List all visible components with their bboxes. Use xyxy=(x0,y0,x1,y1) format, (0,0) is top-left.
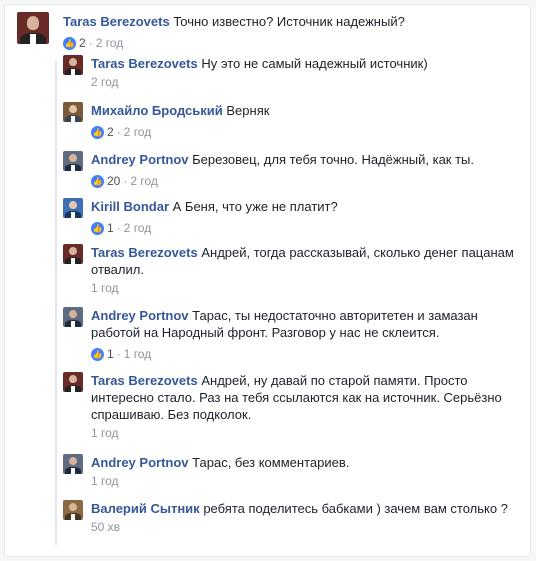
comment-text: Березовец, для тебя точно. Надёжный, как… xyxy=(192,152,475,167)
like-count[interactable]: 1 xyxy=(107,220,114,236)
meta-separator: · xyxy=(88,36,93,50)
thumbs-up-icon: 👍 xyxy=(91,125,104,139)
comment-time[interactable]: 2 год xyxy=(96,35,124,51)
avatar[interactable] xyxy=(63,198,83,218)
meta-separator: · xyxy=(116,221,121,235)
comment-author[interactable]: Andrey Portnov xyxy=(91,308,189,323)
reply-comment: Andrey Portnov Тарас, ты недостаточно ав… xyxy=(63,307,523,362)
like-count[interactable]: 1 xyxy=(107,346,114,362)
comment-text: ребята поделитесь бабками ) зачем вам ст… xyxy=(203,501,508,516)
comment-time[interactable]: 2 год xyxy=(91,74,119,90)
comment-text: Тарас, без комментариев. xyxy=(192,455,350,470)
thumbs-up-icon: 👍 xyxy=(91,221,104,235)
reply-comment: Taras Berezovets Ну это не самый надежны… xyxy=(63,55,523,90)
like-count[interactable]: 2 xyxy=(107,124,114,140)
comment-author[interactable]: Taras Berezovets xyxy=(91,56,198,71)
comment-time[interactable]: 1 год xyxy=(124,346,152,362)
comment-author[interactable]: Andrey Portnov xyxy=(91,455,189,470)
meta-separator: · xyxy=(116,125,121,139)
reply-thread-line xyxy=(55,61,57,545)
comment-time[interactable]: 2 год xyxy=(124,124,152,140)
comment-author[interactable]: Taras Berezovets xyxy=(91,373,198,388)
reply-comment: Taras Berezovets Андрей, ну давай по ста… xyxy=(63,372,523,441)
avatar[interactable] xyxy=(63,102,83,122)
comment-author[interactable]: Валерий Сытник xyxy=(91,501,200,516)
meta-separator: · xyxy=(116,347,121,361)
reply-comment: Andrey Portnov Березовец, для тебя точно… xyxy=(63,151,523,189)
comment-author[interactable]: Taras Berezovets xyxy=(63,14,170,29)
avatar[interactable] xyxy=(63,55,83,75)
reply-comment: Kirill Bondar А Беня, что уже не платит?… xyxy=(63,198,523,236)
reply-comment: Andrey Portnov Тарас, без комментариев. … xyxy=(63,454,523,489)
thumbs-up-icon: 👍 xyxy=(91,174,104,188)
comment-time[interactable]: 1 год xyxy=(91,425,119,441)
comment-time[interactable]: 2 год xyxy=(130,173,158,189)
comment-author[interactable]: Михайло Бродський xyxy=(91,103,223,118)
avatar[interactable] xyxy=(63,500,83,520)
avatar[interactable] xyxy=(63,372,83,392)
reply-comment: Валерий Сытник ребята поделитесь бабками… xyxy=(63,500,523,535)
reply-comment: Taras Berezovets Андрей, тогда рассказыв… xyxy=(63,244,523,296)
comment-author[interactable]: Taras Berezovets xyxy=(91,245,198,260)
comment-text: Верняк xyxy=(226,103,270,118)
like-count[interactable]: 20 xyxy=(107,173,120,189)
like-count[interactable]: 2 xyxy=(79,35,86,51)
comment-author[interactable]: Andrey Portnov xyxy=(91,152,189,167)
comment-text: Ну это не самый надежный источник) xyxy=(201,56,428,71)
thumbs-up-icon: 👍 xyxy=(63,36,76,50)
meta-separator: · xyxy=(123,174,128,188)
comment-time[interactable]: 1 год xyxy=(91,280,119,296)
comment-time[interactable]: 2 год xyxy=(124,220,152,236)
avatar[interactable] xyxy=(63,307,83,327)
comments-panel: Taras Berezovets Точно известно? Источни… xyxy=(4,4,531,557)
reply-comment: Михайло Бродський Верняк 👍 2 · 2 год xyxy=(63,102,523,140)
avatar[interactable] xyxy=(63,151,83,171)
top-comment: Taras Berezovets Точно известно? Источни… xyxy=(17,12,522,51)
comment-author[interactable]: Kirill Bondar xyxy=(91,199,169,214)
avatar[interactable] xyxy=(63,454,83,474)
comment-text: Точно известно? Источник надежный? xyxy=(173,14,405,29)
comment-text: А Беня, что уже не платит? xyxy=(172,199,338,214)
avatar[interactable] xyxy=(17,12,49,44)
comment-time[interactable]: 50 хв xyxy=(91,519,120,535)
avatar[interactable] xyxy=(63,244,83,264)
comment-time[interactable]: 1 год xyxy=(91,473,119,489)
thumbs-up-icon: 👍 xyxy=(91,347,104,361)
